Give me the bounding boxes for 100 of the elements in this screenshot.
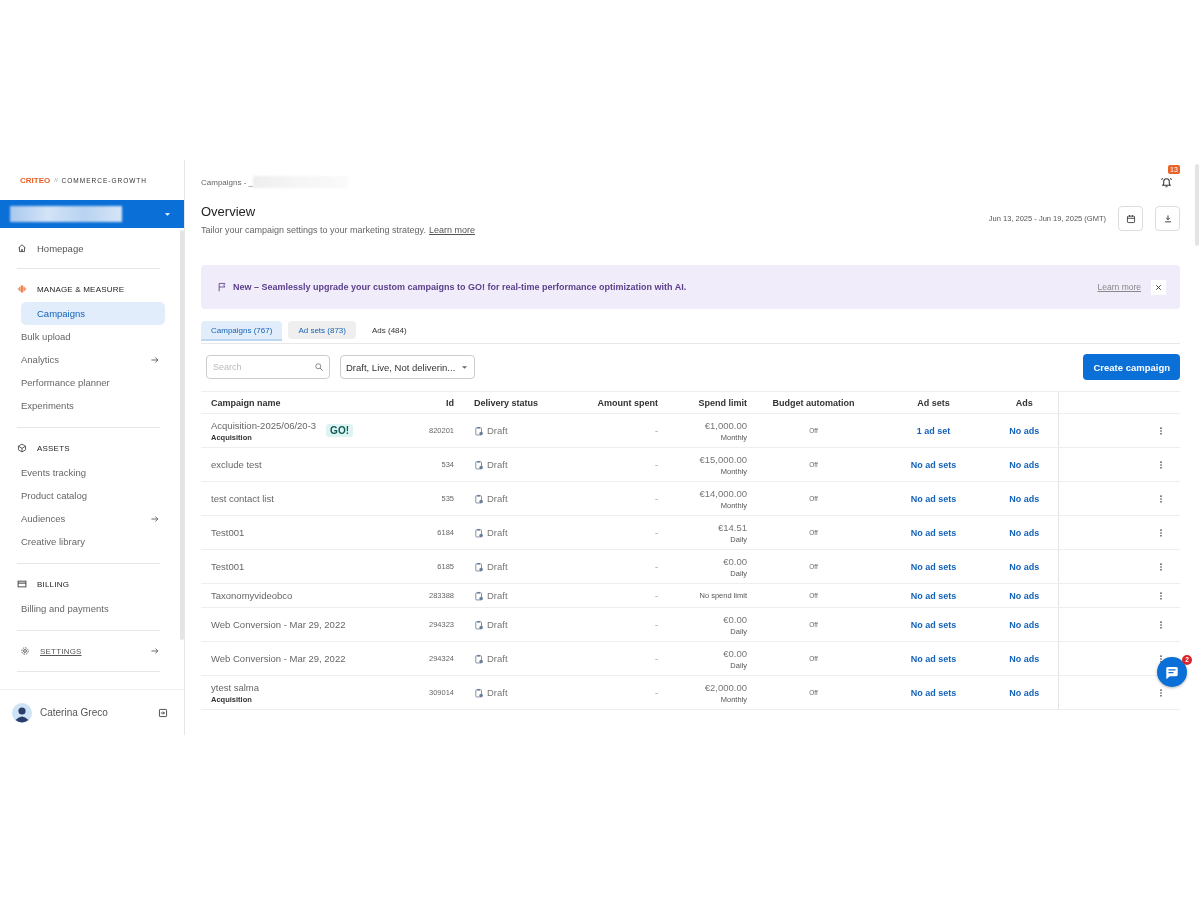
column-header[interactable]: Delivery status xyxy=(458,391,578,414)
ads-link[interactable]: No ads xyxy=(1009,527,1040,538)
learn-more-link[interactable]: Learn more xyxy=(428,225,475,235)
status-label: Draft xyxy=(487,425,508,436)
ads-link[interactable]: No ads xyxy=(1009,425,1040,436)
tab[interactable]: Ad sets (873) xyxy=(288,321,356,339)
spend-limit: €1,000.00 xyxy=(704,419,747,431)
campaign-name[interactable]: Taxonomyvideobco xyxy=(211,590,293,601)
settings-icon xyxy=(20,646,30,656)
clipboard-icon xyxy=(474,493,484,504)
column-header[interactable]: Amount spent xyxy=(578,391,662,414)
ads-link[interactable]: No ads xyxy=(1009,590,1040,601)
campaign-name[interactable]: exclude test xyxy=(211,459,262,470)
go-badge: GO! xyxy=(326,424,353,437)
ad-sets-link[interactable]: 1 ad set xyxy=(916,425,951,436)
column-header[interactable]: Ads xyxy=(991,391,1058,414)
bell-icon xyxy=(1160,175,1173,189)
search-field[interactable]: Search xyxy=(206,355,330,379)
column-header[interactable]: Ad sets xyxy=(876,391,991,414)
campaign-name[interactable]: Test001 xyxy=(211,527,245,538)
ads-link[interactable]: No ads xyxy=(1009,459,1040,470)
table-cell: - xyxy=(578,413,662,448)
search-icon xyxy=(314,362,324,372)
arrow-right-icon xyxy=(150,646,160,656)
banner-text: New – Seamlessly upgrade your custom campaigns to GO! for real-time performance optimization with AI. xyxy=(233,282,688,292)
flag-icon xyxy=(217,282,227,292)
page-subtitle: Tailor your campaign settings to your marketing strategy. xyxy=(201,225,426,235)
nav-label: Homepage xyxy=(37,242,84,254)
logout-icon xyxy=(158,707,168,718)
table-cell: - xyxy=(578,447,662,482)
section-title: MANAGE & MEASURE xyxy=(37,284,125,294)
user-name: Caterina Greco xyxy=(40,707,108,718)
nav-item[interactable]: Events tracking xyxy=(1,461,165,484)
table-cell: - xyxy=(578,515,662,550)
nav-item[interactable]: Homepage xyxy=(17,238,160,258)
close-button[interactable] xyxy=(1151,279,1166,295)
chat-button[interactable] xyxy=(1157,657,1187,687)
ad-sets-link[interactable]: No ad sets xyxy=(910,619,957,630)
column-header[interactable]: Id xyxy=(413,391,458,414)
section-title: BILLING xyxy=(37,579,70,589)
breadcrumb[interactable]: Campaigns - _ xyxy=(201,177,254,187)
clipboard-icon xyxy=(474,459,484,470)
campaign-name[interactable]: Web Conversion - Mar 29, 2022 xyxy=(211,653,346,664)
nav-item[interactable]: Creative library xyxy=(1,530,165,553)
nav-item[interactable]: Performance planner xyxy=(1,371,165,394)
ads-link[interactable]: No ads xyxy=(1009,619,1040,630)
calendar-icon xyxy=(1125,213,1136,224)
clipboard-icon xyxy=(474,653,484,664)
clipboard-icon xyxy=(474,687,484,698)
clipboard-icon xyxy=(474,561,484,572)
page-title: Overview xyxy=(201,204,257,219)
campaign-name[interactable]: Web Conversion - Mar 29, 2022 xyxy=(211,619,346,630)
ad-sets-link[interactable]: No ad sets xyxy=(910,687,957,698)
nav-item[interactable]: Experiments xyxy=(1,394,165,417)
create-campaign-button[interactable]: Create campaign xyxy=(1083,354,1180,380)
status-label: Draft xyxy=(487,653,508,664)
campaign-name[interactable]: test contact list xyxy=(211,493,274,504)
account-selector[interactable] xyxy=(0,200,184,228)
ad-sets-link[interactable]: No ad sets xyxy=(910,590,957,601)
nav-item[interactable]: Audiences xyxy=(1,507,165,530)
ad-sets-link[interactable]: No ad sets xyxy=(910,527,957,538)
nav-item[interactable]: Billing and payments xyxy=(1,597,165,620)
status-label: Draft xyxy=(487,619,508,630)
table-cell: - xyxy=(578,607,662,642)
ads-link[interactable]: No ads xyxy=(1009,561,1040,572)
ad-sets-link[interactable]: No ad sets xyxy=(910,653,957,664)
column-header[interactable]: Campaign name xyxy=(201,391,413,414)
status-filter-dropdown[interactable]: Draft, Live, Not deliverin... xyxy=(340,355,476,379)
ads-link[interactable]: No ads xyxy=(1009,493,1040,504)
campaign-name[interactable]: Acquisition-2025/06/20-3 xyxy=(211,419,317,431)
pulse-icon xyxy=(17,284,27,294)
clipboard-icon xyxy=(474,425,484,436)
nav-item[interactable]: Bulk upload xyxy=(1,325,165,348)
download-icon xyxy=(1162,213,1173,224)
table-cell: - xyxy=(578,641,662,676)
spend-limit: €14.51 xyxy=(717,521,747,533)
spend-limit: €14,000.00 xyxy=(699,487,747,499)
learn-more-link[interactable]: Learn more xyxy=(1097,282,1141,292)
status-label: Draft xyxy=(487,493,508,504)
tab[interactable]: Campaigns (767) xyxy=(201,321,283,341)
ad-sets-link[interactable]: No ad sets xyxy=(910,561,957,572)
section-title[interactable]: SETTINGS xyxy=(40,646,82,656)
nav-item[interactable]: Analytics xyxy=(1,348,165,371)
campaign-name[interactable]: Test001 xyxy=(211,561,245,572)
ad-sets-link[interactable]: No ad sets xyxy=(910,459,957,470)
nav-item[interactable]: Campaigns xyxy=(21,302,165,325)
ads-link[interactable]: No ads xyxy=(1009,687,1040,698)
spend-limit: €0.00 xyxy=(723,555,747,567)
spend-limit: €2,000.00 xyxy=(704,681,747,693)
ads-link[interactable]: No ads xyxy=(1009,653,1040,664)
close-icon xyxy=(1154,282,1163,292)
tab[interactable]: Ads (484) xyxy=(361,321,417,339)
spend-limit: €15,000.00 xyxy=(699,453,747,465)
download-button[interactable] xyxy=(1155,206,1180,231)
calendar-button[interactable] xyxy=(1118,206,1143,231)
campaign-name[interactable]: ytest salma xyxy=(211,681,260,693)
column-header[interactable]: Budget automation xyxy=(751,391,876,414)
column-header[interactable]: Spend limit xyxy=(662,391,751,414)
ad-sets-link[interactable]: No ad sets xyxy=(910,493,957,504)
nav-item[interactable]: Product catalog xyxy=(1,484,165,507)
